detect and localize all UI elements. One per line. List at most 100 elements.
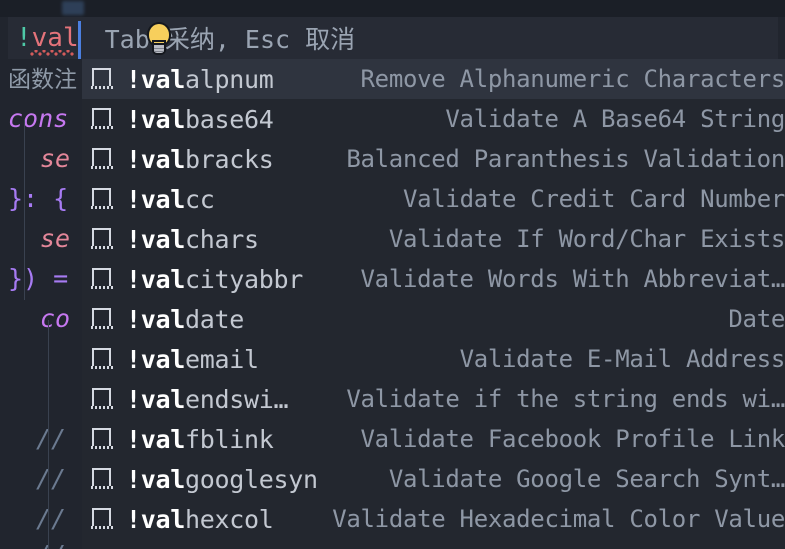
suggestion-label-match: !val	[126, 224, 186, 254]
suggestion-item[interactable]: !valemail Validate E-Mail Address	[82, 339, 785, 379]
error-squiggle-underline	[30, 50, 76, 56]
code-token: cons	[8, 104, 69, 133]
suggestion-label-match: !val	[126, 64, 186, 94]
code-token: //	[36, 464, 67, 493]
suggestion-label: !valendswi…	[126, 384, 289, 414]
suggestion-item[interactable]: !valcityabbr Validate Words With Abbrevia…	[82, 259, 785, 299]
suggestion-label-rest: chars	[185, 224, 259, 254]
suggestion-description-text: Validate Words With Abbreviat…	[360, 265, 785, 293]
suggestion-label-match: !val	[126, 304, 186, 334]
suggestion-description: Validate if the string ends wi…	[288, 385, 785, 413]
suggestion-label: !valdate	[126, 305, 244, 334]
suggestion-item[interactable]: !valbracks Balanced Paranthesis Validatio…	[82, 139, 785, 179]
suggestion-description-text: Remove Alphanumeric Characters	[360, 65, 785, 93]
snippet-icon	[91, 507, 114, 531]
suggestion-item[interactable]: !valdate Date	[82, 299, 785, 339]
suggestion-description-text: Validate If Word/Char Exists	[388, 225, 785, 253]
snippet-icon	[91, 427, 114, 451]
code-token: //	[36, 424, 67, 453]
suggestion-label-rest: alpnum	[185, 64, 274, 94]
suggestion-item[interactable]: !valalpnum Remove Alphanumeric Characters	[82, 59, 785, 99]
suggestion-label-rest: cityabbr	[185, 264, 304, 294]
snippet-icon	[91, 187, 114, 211]
snippet-icon	[91, 347, 114, 371]
vscode-editor-window: 函数注 cons se}: {se}) = co // // // // !val Tab 采…	[0, 0, 785, 549]
lightbulb-icon[interactable]	[146, 24, 172, 54]
suggestion-label: !valbase64	[126, 105, 274, 134]
suggestion-label-match: !val	[126, 464, 186, 494]
suggestion-label-rest: bracks	[185, 144, 274, 174]
suggestion-list[interactable]: !valalpnum Remove Alphanumeric Characters…	[82, 59, 785, 539]
suggestion-label: !valbracks	[126, 145, 274, 174]
suggestion-label-rest: googlesyn	[185, 464, 318, 494]
suggestion-popup[interactable]: !valalpnum Remove Alphanumeric Characters…	[82, 59, 785, 549]
suggestion-description: Date	[244, 305, 785, 333]
suggestion-label-match: !val	[126, 184, 186, 214]
snippet-icon	[91, 387, 114, 411]
text-caret	[78, 21, 81, 59]
snippet-icon	[91, 467, 114, 491]
suggestion-description-text: Validate A Base64 String	[445, 105, 785, 133]
suggestion-description: Validate If Word/Char Exists	[259, 225, 785, 253]
code-token: }) =	[8, 264, 69, 293]
suggestion-item[interactable]: !valcc Validate Credit Card Number	[82, 179, 785, 219]
suggestion-label: !valfblink	[126, 425, 274, 454]
suggestion-label-match: !val	[126, 344, 186, 374]
code-token: se	[40, 144, 71, 173]
suggestion-label-rest: base64	[185, 104, 274, 134]
snippet-icon	[91, 227, 114, 251]
suggestion-description: Validate Credit Card Number	[215, 185, 785, 213]
suggestion-item[interactable]: !valfblink Validate Facebook Profile Link	[82, 419, 785, 459]
code-token: //	[36, 540, 66, 549]
suggestion-description: Remove Alphanumeric Characters	[274, 65, 785, 93]
suggestion-label: !valalpnum	[126, 65, 274, 94]
typed-prefix: !	[16, 23, 32, 53]
suggestion-label: !valgooglesyn	[126, 465, 318, 494]
suggestion-item[interactable]: !valgooglesyn Validate Google Search Synt…	[82, 459, 785, 499]
suggestion-label: !valchars	[126, 225, 259, 254]
snippet-icon	[91, 67, 114, 91]
suggestion-description: Balanced Paranthesis Validation	[274, 145, 785, 173]
typed-word: val	[31, 23, 79, 53]
typed-text: !val	[8, 23, 79, 53]
suggestion-description: Validate A Base64 String	[274, 105, 785, 133]
snippet-icon	[91, 107, 114, 131]
suggestion-description: Validate Google Search Synt…	[318, 465, 785, 493]
suggestion-label: !valcc	[126, 185, 215, 214]
suggestion-label-rest: email	[185, 344, 259, 374]
suggestion-label-rest: cc	[185, 184, 215, 214]
indent-guide	[24, 120, 25, 300]
editor-top-strip	[0, 0, 785, 17]
suggestion-label-rest: hexcol	[185, 504, 274, 534]
suggestion-label-match: !val	[126, 264, 186, 294]
suggestion-item[interactable]: !valchars Validate If Word/Char Exists	[82, 219, 785, 259]
suggestion-description-text: Validate Hexadecimal Color Value	[332, 505, 785, 533]
suggestion-description: Validate Facebook Profile Link	[274, 425, 785, 453]
code-token: co	[40, 304, 71, 333]
suggestion-label-match: !val	[126, 104, 186, 134]
suggestion-item[interactable]: !valhexcol Validate Hexadecimal Color Val…	[82, 499, 785, 539]
code-token: 函数注	[8, 67, 77, 93]
snippet-icon	[91, 307, 114, 331]
suggestion-description-text: Validate Facebook Profile Link	[360, 425, 785, 453]
suggestion-label: !valcityabbr	[126, 265, 303, 294]
suggestion-item[interactable]: !valbase64 Validate A Base64 String	[82, 99, 785, 139]
code-token: //	[36, 504, 67, 533]
suggestion-description: Validate Hexadecimal Color Value	[274, 505, 785, 533]
indent-guide	[48, 340, 49, 420]
suggestion-description-text: Validate E-Mail Address	[459, 345, 785, 373]
hint-keys-label: Tab 采纳, Esc 取消	[104, 25, 356, 54]
suggestion-label-rest: date	[185, 304, 245, 334]
suggestion-description-text: Validate Google Search Synt…	[388, 465, 785, 493]
suggestion-description-text: Validate Credit Card Number	[402, 185, 785, 213]
suggestion-label-rest: endswi…	[185, 384, 289, 414]
snippet-icon	[91, 267, 114, 291]
suggestion-description-text: Validate if the string ends wi…	[346, 385, 785, 413]
suggestion-item[interactable]: !valendswi… Validate if the string ends w…	[82, 379, 785, 419]
snippet-icon	[91, 147, 114, 171]
suggestion-label: !valhexcol	[126, 505, 274, 534]
suggestion-description: Validate E-Mail Address	[259, 345, 785, 373]
suggestion-label-match: !val	[126, 424, 186, 454]
suggestion-label: !valemail	[126, 345, 259, 374]
suggestion-description: Validate Words With Abbreviat…	[303, 265, 785, 293]
